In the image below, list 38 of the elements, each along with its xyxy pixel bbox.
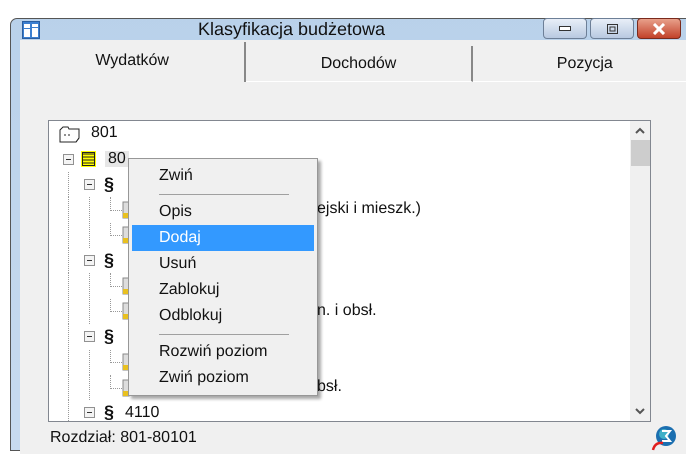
- collapse-icon[interactable]: [84, 407, 95, 418]
- document-icon: [79, 150, 99, 168]
- globe-sigma-icon[interactable]: [651, 425, 677, 451]
- scroll-thumb[interactable]: [630, 140, 650, 166]
- collapse-icon[interactable]: [84, 178, 95, 190]
- menu-item[interactable]: Odblokuj: [132, 303, 314, 329]
- tab[interactable]: Dochodów: [246, 46, 473, 82]
- collapse-icon[interactable]: [84, 331, 95, 342]
- menu-item[interactable]: Zwiń poziom: [132, 365, 314, 391]
- menu-item[interactable]: Rozwiń poziom: [132, 339, 314, 365]
- minimize-button[interactable]: [543, 18, 587, 39]
- status-text: Rozdział: 801-80101: [50, 429, 197, 447]
- tree-node-label[interactable]: 80: [105, 150, 129, 168]
- paragraph-symbol: §: [104, 405, 114, 421]
- paragraph-symbol: §: [104, 329, 114, 344]
- tree-node-label[interactable]: ejski i mieszk.): [314, 201, 424, 218]
- window-title: Klasyfikacja budżetowa: [196, 19, 386, 40]
- scroll-down-icon[interactable]: [635, 408, 645, 415]
- tree-node-label[interactable]: 4110: [122, 404, 162, 421]
- restore-icon: [606, 24, 618, 34]
- tab[interactable]: Pozycja: [472, 46, 686, 82]
- menu-item[interactable]: Opis: [132, 199, 314, 225]
- collapse-icon[interactable]: [63, 154, 74, 165]
- menu-item[interactable]: Zwiń: [132, 163, 314, 189]
- tree-node-label[interactable]: 801: [88, 125, 121, 142]
- menu-item[interactable]: Usuń: [132, 251, 314, 277]
- menu-item[interactable]: Zablokuj: [132, 277, 314, 303]
- close-button[interactable]: [637, 18, 681, 39]
- scrollbar[interactable]: [630, 121, 650, 421]
- paragraph-symbol: §: [104, 176, 114, 192]
- collapse-icon[interactable]: [84, 255, 95, 266]
- close-icon: [652, 22, 666, 34]
- paragraph-symbol: §: [104, 253, 114, 268]
- window-icon: [22, 20, 40, 38]
- minimize-icon: [559, 26, 571, 31]
- scroll-up-icon[interactable]: [635, 127, 645, 134]
- folder-icon: [58, 124, 82, 143]
- maximize-button[interactable]: [590, 18, 634, 39]
